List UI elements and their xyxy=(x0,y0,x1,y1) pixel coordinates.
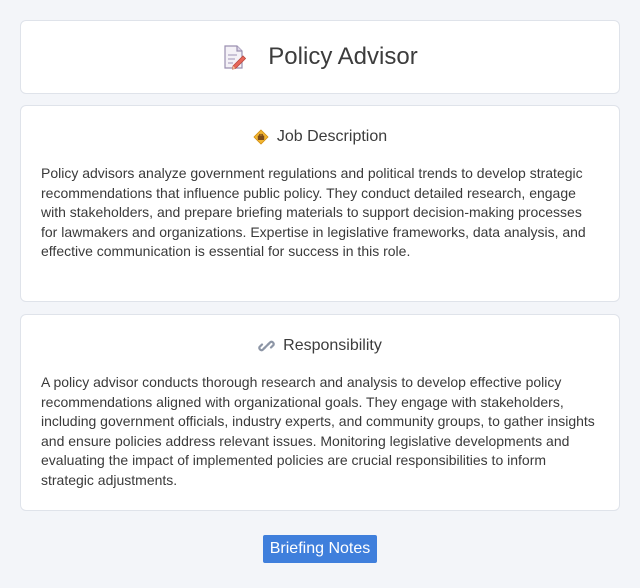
responsibility-text: A policy advisor conducts thorough resea… xyxy=(41,374,595,488)
link-icon xyxy=(258,340,275,352)
header-card: Policy Advisor xyxy=(20,20,620,94)
responsibility-heading: Responsibility xyxy=(283,337,382,354)
job-description-card: Job Description Policy advisors analyze … xyxy=(20,105,620,302)
job-description-header: Job Description xyxy=(21,128,619,146)
document-pencil-icon xyxy=(224,45,247,70)
page-title-row: Policy Advisor xyxy=(222,43,418,71)
responsibility-card: Responsibility A policy advisor conducts… xyxy=(20,314,620,511)
footer: Briefing Notes xyxy=(0,535,640,563)
briefcase-icon xyxy=(253,129,269,145)
job-description-text: Policy advisors analyze government regul… xyxy=(41,165,586,259)
job-description-heading: Job Description xyxy=(276,128,388,145)
responsibility-header: Responsibility xyxy=(21,337,619,355)
page: Policy Advisor Job Description Policy ad… xyxy=(0,0,640,588)
briefing-notes-button[interactable]: Briefing Notes xyxy=(262,535,378,563)
page-title: Policy Advisor xyxy=(268,43,418,70)
